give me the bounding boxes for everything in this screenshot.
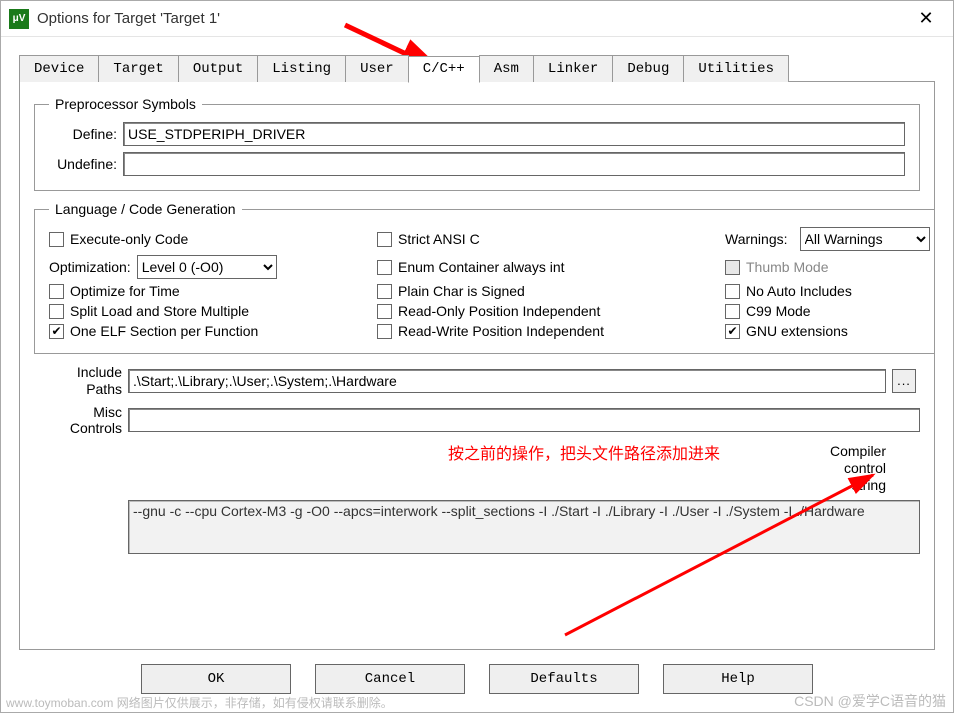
optimization-select[interactable]: Level 0 (-O0) [137,255,277,279]
enum-container-label: Enum Container always int [398,259,565,275]
tab-output[interactable]: Output [178,55,258,82]
split-load-label: Split Load and Store Multiple [70,303,249,319]
readwrite-pi-label: Read-Write Position Independent [398,323,604,339]
c99-checkbox[interactable] [725,304,740,319]
split-load-checkbox[interactable] [49,304,64,319]
titlebar: μV Options for Target 'Target 1' ✕ [1,1,953,37]
no-auto-includes-checkbox[interactable] [725,284,740,299]
strict-ansi-checkbox[interactable] [377,232,392,247]
include-paths-input[interactable] [128,369,886,393]
misc-controls-label: Misc Controls [34,404,122,438]
tab-strip: Device Target Output Listing User C/C++ … [19,55,935,82]
exec-only-label: Execute-only Code [70,231,188,247]
tab-linker[interactable]: Linker [533,55,613,82]
compiler-string-textarea: --gnu -c --cpu Cortex-M3 -g -O0 --apcs=i… [128,500,920,554]
dialog-window: μV Options for Target 'Target 1' ✕ Devic… [0,0,954,713]
tab-asm[interactable]: Asm [479,55,534,82]
enum-container-checkbox[interactable] [377,260,392,275]
c99-label: C99 Mode [746,303,811,319]
define-input[interactable] [123,122,905,146]
watermark-source: www.toymoban.com 网络图片仅供展示，非存储，如有侵权请联系删除。 [6,694,393,711]
preprocessor-legend: Preprocessor Symbols [49,96,202,112]
warnings-select[interactable]: All Warnings [800,227,930,251]
content-area: Device Target Output Listing User C/C++ … [1,37,953,712]
tab-user[interactable]: User [345,55,409,82]
warnings-label: Warnings: [725,231,794,247]
one-elf-label: One ELF Section per Function [70,323,258,339]
close-icon[interactable]: ✕ [903,3,949,35]
misc-controls-input[interactable] [128,408,920,432]
define-label: Define: [49,126,123,142]
one-elf-checkbox[interactable] [49,324,64,339]
readwrite-pi-checkbox[interactable] [377,324,392,339]
compiler-string-label: Compiler control string [128,443,886,493]
thumb-mode-label: Thumb Mode [746,259,828,275]
plain-char-label: Plain Char is Signed [398,283,525,299]
preprocessor-group: Preprocessor Symbols Define: Undefine: [34,96,920,191]
language-legend: Language / Code Generation [49,201,242,217]
gnu-ext-checkbox[interactable] [725,324,740,339]
tab-utilities[interactable]: Utilities [683,55,789,82]
language-group: Language / Code Generation Execute-only … [34,201,935,354]
paths-section: Include Paths ... Misc Controls Compiler… [34,364,920,554]
strict-ansi-label: Strict ANSI C [398,231,480,247]
tab-c-cpp[interactable]: C/C++ [408,56,480,83]
tab-panel-c-cpp: Preprocessor Symbols Define: Undefine: L… [19,81,935,650]
no-auto-includes-label: No Auto Includes [746,283,852,299]
exec-only-checkbox[interactable] [49,232,64,247]
tab-device[interactable]: Device [19,55,99,82]
gnu-ext-label: GNU extensions [746,323,848,339]
ok-button[interactable]: OK [141,664,291,694]
defaults-button[interactable]: Defaults [489,664,639,694]
readonly-pi-checkbox[interactable] [377,304,392,319]
optimize-time-label: Optimize for Time [70,283,180,299]
tab-target[interactable]: Target [98,55,178,82]
tab-debug[interactable]: Debug [612,55,684,82]
app-icon: μV [9,9,29,29]
help-button[interactable]: Help [663,664,813,694]
readonly-pi-label: Read-Only Position Independent [398,303,600,319]
tab-listing[interactable]: Listing [257,55,346,82]
plain-char-checkbox[interactable] [377,284,392,299]
include-paths-label: Include Paths [34,364,122,398]
watermark-author: CSDN @爱学C语音的猫 [794,691,946,711]
cancel-button[interactable]: Cancel [315,664,465,694]
optimization-label: Optimization: [49,259,131,275]
thumb-mode-checkbox [725,260,740,275]
optimize-time-checkbox[interactable] [49,284,64,299]
undefine-input[interactable] [123,152,905,176]
include-paths-browse-button[interactable]: ... [892,369,916,393]
window-title: Options for Target 'Target 1' [37,10,903,27]
undefine-label: Undefine: [49,156,123,172]
